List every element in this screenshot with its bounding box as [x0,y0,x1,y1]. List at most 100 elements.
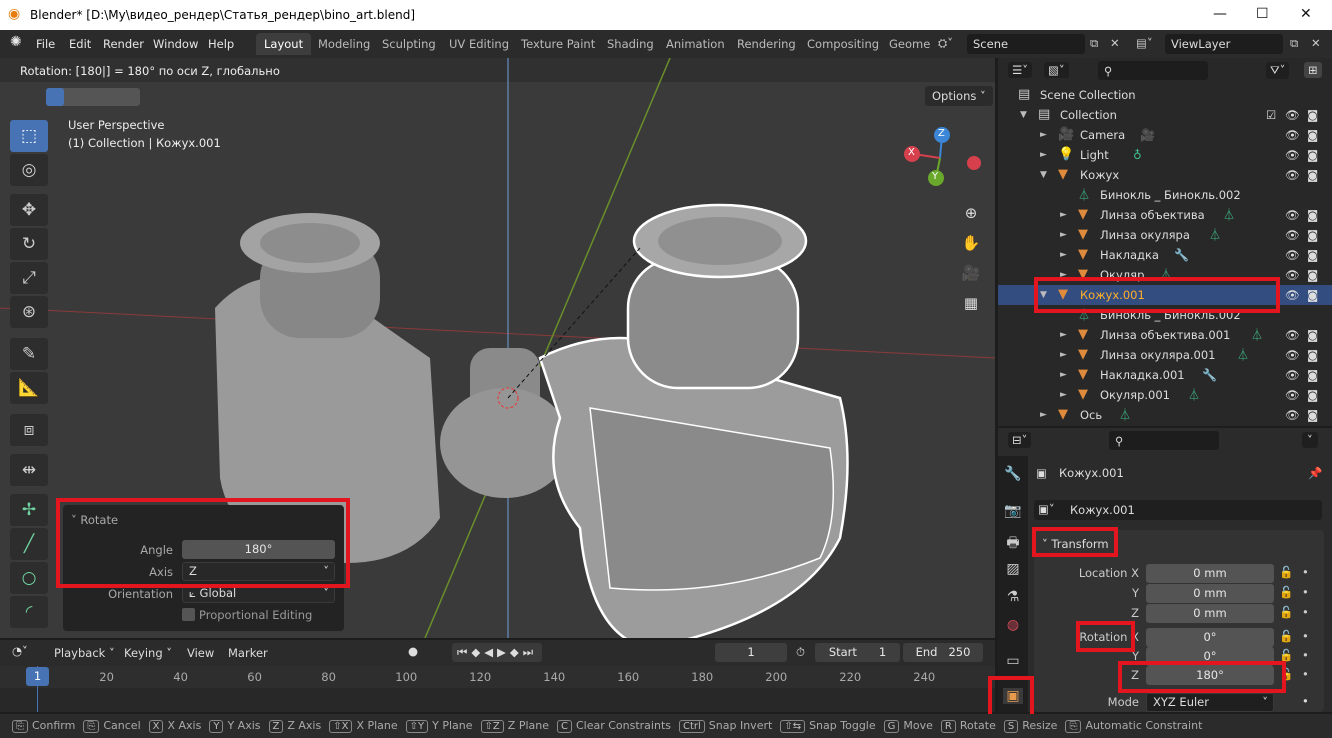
tab-geometry[interactable]: Geome [881,33,938,55]
playback-controls[interactable]: ⏮◆◀▶◆⏭ [452,643,543,662]
render-camera-icon[interactable]: ◙ [1307,165,1318,185]
properties-editor-type-icon[interactable]: ⊟˅ [1008,432,1032,448]
scene-field[interactable]: Scene [967,34,1085,54]
tab-rendering[interactable]: Rendering [729,33,804,55]
keyframe-dot-icon[interactable]: • [1302,629,1309,643]
cursor-tool[interactable]: ◎ [10,154,48,186]
collapse-arrow-icon[interactable]: ▼ [1040,165,1047,185]
modifier-icon[interactable]: 🔧 [1202,365,1217,385]
eye-icon[interactable]: 👁 [1285,125,1300,145]
object-name-field[interactable]: ▣˅ Кожух.001 [1034,500,1322,520]
render-camera-icon[interactable]: ◙ [1307,265,1318,285]
tab-modeling[interactable]: Modeling [310,33,378,55]
new-scene-icon[interactable]: ⧉ [1090,36,1098,51]
eye-icon[interactable]: 👁 [1285,165,1300,185]
view-menu[interactable]: View [187,646,214,660]
keyframe-dot-icon[interactable]: • [1302,605,1309,619]
outliner-row[interactable]: ► ▼ Линза объектива.001 ⏃ 👁 ◙ [998,325,1332,345]
outliner-row[interactable]: ► ▼ Линза окуляра ⏃ 👁 ◙ [998,225,1332,245]
outliner-row[interactable]: ► 🎥 Camera 🎥 👁 ◙ [998,125,1332,145]
light-data-icon[interactable]: ♁ [1133,145,1142,165]
menu-file[interactable]: File [36,37,55,51]
eye-icon[interactable]: 👁 [1285,405,1300,425]
camera-view-icon[interactable]: 🎥 [958,260,984,286]
eye-icon[interactable]: 👁 [1285,265,1300,285]
location-field[interactable]: 0 mm [1146,564,1274,583]
rotate-tool[interactable]: ↻ [10,228,48,260]
outliner-row[interactable]: ► ▼ Накладка.001 🔧 👁 ◙ [998,365,1332,385]
render-camera-icon[interactable]: ◙ [1307,365,1318,385]
lock-icon[interactable]: 🔓 [1279,585,1293,599]
minimize-button[interactable]: — [1213,6,1227,22]
scale-tool[interactable]: ⤢ [10,262,48,294]
outliner-row[interactable]: ► ▼ Ось ⏃ 👁 ◙ [998,405,1332,425]
shear-tool[interactable]: ⇹ [10,454,48,486]
maximize-button[interactable]: ☐ [1256,6,1269,22]
gizmo-z-label[interactable]: Z [938,128,945,139]
render-camera-icon[interactable]: ◙ [1307,285,1318,305]
display-mode-icon[interactable]: ☰˅ [1008,62,1033,78]
outliner-row[interactable]: ▼ ▤ Collection ☑ 👁 ◙ [998,105,1332,125]
view-layer-field[interactable]: ViewLayer [1165,34,1283,54]
new-collection-icon[interactable]: ⊞ [1304,62,1322,78]
expand-arrow-icon[interactable]: ► [1060,225,1067,245]
camera-data-icon[interactable]: 🎥 [1140,125,1155,145]
keying-menu[interactable]: Keying ˅ [124,646,172,660]
view-layer-icon[interactable]: ▤˅ [1136,36,1153,50]
properties-options-icon[interactable]: ˅ [1302,432,1318,448]
outliner-row[interactable]: ▤ Scene Collection [998,85,1332,105]
mesh-data-icon[interactable]: ⏃ [1209,225,1221,245]
keyframe-dot-icon[interactable]: • [1302,694,1309,708]
expand-arrow-icon[interactable]: ► [1060,345,1067,365]
render-camera-icon[interactable]: ◙ [1307,385,1318,405]
tab-texture-paint[interactable]: Texture Paint [513,33,603,55]
collection-tab-icon[interactable]: ▭ [1003,653,1023,669]
exclude-checkbox[interactable]: ☑ [1266,105,1276,125]
scene-icon[interactable]: ⛭˅ [938,36,953,51]
eye-icon[interactable]: 👁 [1285,365,1300,385]
eye-icon[interactable]: 👁 [1285,145,1300,165]
expand-arrow-icon[interactable]: ► [1060,245,1067,265]
eye-icon[interactable]: 👁 [1285,205,1300,225]
mesh-data-icon[interactable]: ⏃ [1237,345,1249,365]
render-camera-icon[interactable]: ◙ [1307,225,1318,245]
new-view-layer-icon[interactable]: ⧉ [1290,36,1298,51]
keyframe-dot-icon[interactable]: • [1302,667,1309,681]
render-camera-icon[interactable]: ◙ [1307,345,1318,365]
transform-tool[interactable]: ⊛ [10,296,48,328]
mesh-data-icon[interactable]: ⏃ [1188,385,1200,405]
expand-arrow-icon[interactable]: ► [1060,205,1067,225]
location-field[interactable]: 0 mm [1146,584,1274,603]
blender-menu-icon[interactable]: ✺ [10,34,22,50]
menu-render[interactable]: Render [103,37,144,51]
rotation-field[interactable]: 0° [1146,628,1274,647]
expand-arrow-icon[interactable]: ► [1040,125,1047,145]
collapse-arrow-icon[interactable]: ▼ [1020,105,1027,125]
keyframe-dot-icon[interactable]: • [1302,565,1309,579]
tab-layout[interactable]: Layout [256,33,312,55]
eye-icon[interactable]: 👁 [1285,105,1300,125]
eye-icon[interactable]: 👁 [1285,325,1300,345]
render-camera-icon[interactable]: ◙ [1307,145,1318,165]
tab-shading[interactable]: Shading [599,33,662,55]
outliner-row[interactable]: ► ▼ Накладка 🔧 👁 ◙ [998,245,1332,265]
end-frame-field[interactable]: End 250 [903,643,983,662]
filter-icon[interactable]: ⛛˅ [1266,62,1290,79]
expand-arrow-icon[interactable]: ► [1040,405,1047,425]
render-camera-icon[interactable]: ◙ [1307,405,1318,425]
pin-icon[interactable]: 📌 [1308,466,1322,480]
eye-icon[interactable]: 👁 [1285,245,1300,265]
lock-icon[interactable]: 🔓 [1279,629,1293,643]
menu-edit[interactable]: Edit [69,37,91,51]
render-tab-icon[interactable]: 📷 [1003,503,1023,519]
outliner-row[interactable]: ► ▼ Линза окуляра.001 ⏃ 👁 ◙ [998,345,1332,365]
world-tab-icon[interactable]: ◍ [1003,617,1023,633]
expand-arrow-icon[interactable]: ► [1060,325,1067,345]
tab-animation[interactable]: Animation [658,33,733,55]
editor-type-icon[interactable]: ◔˅ [12,644,28,658]
outliner-row[interactable]: ▼ ▼ Кожух 👁 ◙ [998,165,1332,185]
add-arc-tool[interactable]: ◜ [10,596,48,628]
menu-help[interactable]: Help [208,37,234,51]
outliner-row[interactable]: ⏃ Бинокль _ Бинокль.002 [998,185,1332,205]
pan-hand-icon[interactable]: ✋ [958,230,984,256]
